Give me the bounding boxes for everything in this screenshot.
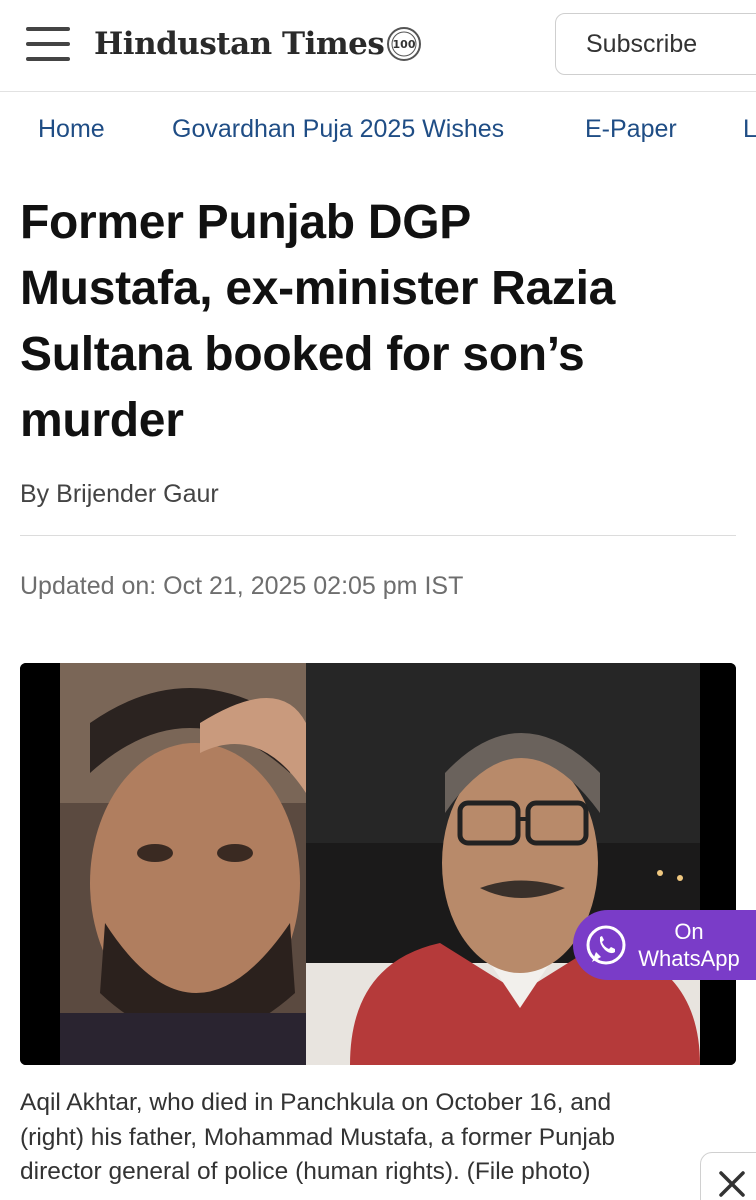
nav-item-home[interactable]: Home	[38, 115, 105, 144]
caption-line: Aqil Akhtar, who died in Panchkula on Oc…	[20, 1089, 612, 1116]
byline: By Brijender Gaur	[20, 480, 219, 509]
whatsapp-label-line2: WhatsApp	[638, 946, 740, 971]
whatsapp-label: On WhatsApp	[629, 918, 749, 972]
logo-text: Hindustan Times	[94, 26, 385, 62]
logo-seal-text: 100	[393, 38, 416, 51]
nav-item-truncated[interactable]: L	[743, 115, 756, 144]
author-link[interactable]: Brijender Gaur	[56, 480, 219, 508]
article-page: Hindustan Times 100 Subscribe Home Govar…	[0, 0, 756, 1200]
whatsapp-label-line1: On	[674, 919, 704, 944]
nav-item-epaper[interactable]: E-Paper	[585, 115, 677, 144]
article-headline: Former Punjab DGP Mustafa, ex-minister R…	[20, 190, 720, 454]
article-photo-illustration	[20, 663, 736, 1065]
updated-timestamp: Updated on: Oct 21, 2025 02:05 pm IST	[20, 572, 464, 600]
site-logo[interactable]: Hindustan Times 100	[94, 22, 422, 66]
photo-caption: Aqil Akhtar, who died in Panchkula on Oc…	[20, 1086, 720, 1190]
close-icon	[719, 1171, 745, 1197]
article-photo[interactable]	[20, 663, 736, 1065]
headline-line: murder	[20, 394, 184, 447]
close-button[interactable]	[700, 1152, 756, 1200]
subscribe-button[interactable]: Subscribe	[555, 13, 756, 75]
site-header: Hindustan Times 100 Subscribe	[0, 0, 756, 92]
top-nav: Home Govardhan Puja 2025 Wishes E-Paper …	[0, 93, 756, 169]
caption-line: (right) his father, Mohammad Mustafa, a …	[20, 1123, 616, 1151]
headline-line: Former Punjab DGP	[20, 196, 471, 249]
nav-item-govardhan-puja[interactable]: Govardhan Puja 2025 Wishes	[172, 115, 504, 144]
divider	[20, 535, 736, 536]
headline-line: Mustafa, ex-minister Razia	[20, 262, 616, 315]
whatsapp-follow-button[interactable]: On WhatsApp	[573, 910, 756, 980]
hamburger-menu-icon[interactable]	[26, 27, 70, 61]
logo-seal-icon: 100	[386, 26, 422, 62]
headline-line: Sultana booked for son’s	[20, 328, 585, 381]
whatsapp-icon	[585, 924, 627, 966]
caption-line: director general of police (human rights…	[20, 1158, 591, 1185]
byline-prefix: By	[20, 480, 50, 508]
